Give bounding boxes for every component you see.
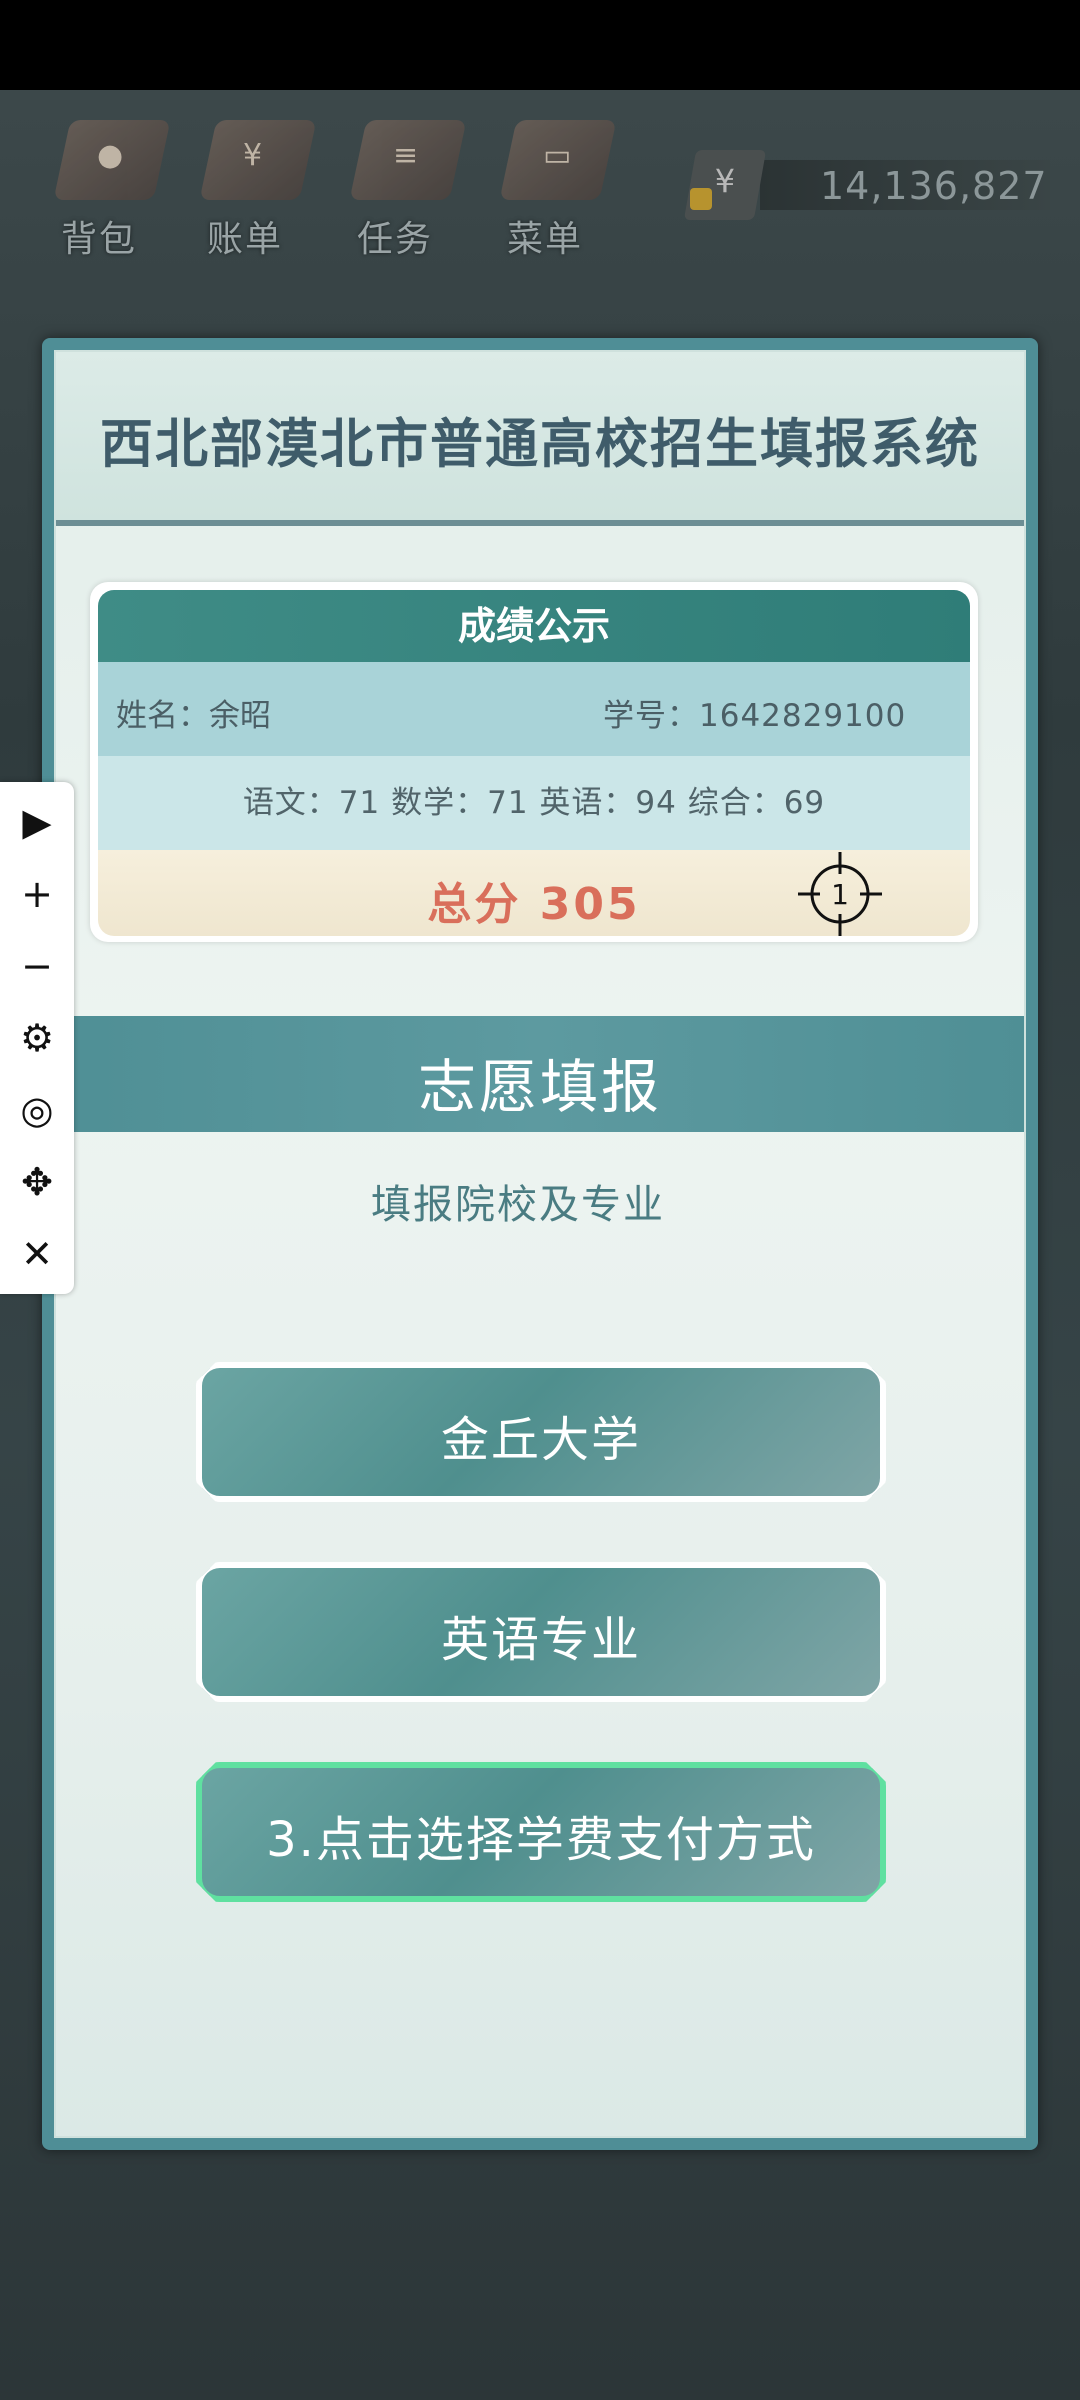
panel-title: 西北部漠北市普通高校招生填报系统 bbox=[100, 414, 980, 475]
backpack-button[interactable]: ● 背包 bbox=[34, 110, 171, 260]
menu-icon: ▭ bbox=[499, 120, 617, 200]
status-bar bbox=[0, 0, 1080, 90]
student-id: 学号：1642829100 bbox=[603, 698, 907, 734]
zoom-in-icon[interactable]: + bbox=[0, 864, 74, 924]
university-choice-button[interactable]: 金丘大学 bbox=[196, 1362, 886, 1502]
panel-body: 西北部漠北市普通高校招生填报系统 成绩公示 姓名：余昭 学号：164282910… bbox=[54, 350, 1026, 2138]
gear-icon[interactable]: ⚙ bbox=[0, 1008, 74, 1068]
major-choice-button[interactable]: 英语专业 bbox=[196, 1562, 886, 1702]
menu-button[interactable]: ▭ 菜单 bbox=[480, 110, 617, 260]
total-row: 总分 305 1 bbox=[98, 850, 970, 936]
floating-toolbar: ▶ + − ⚙ ◎ ✥ ✕ bbox=[0, 782, 74, 1294]
wish-section-header: 志愿填报 bbox=[56, 1016, 1024, 1132]
coin-icon bbox=[690, 188, 712, 210]
menu-label: 菜单 bbox=[506, 219, 583, 260]
university-choice-label: 金丘大学 bbox=[440, 1412, 641, 1468]
money-display: ¥ 14,136,827 bbox=[683, 150, 1050, 220]
crosshair-target-icon[interactable]: 1 bbox=[798, 852, 882, 936]
backpack-label: 背包 bbox=[60, 219, 137, 260]
backpack-icon: ● bbox=[53, 120, 171, 200]
panel-title-bar: 西北部漠北市普通高校招生填报系统 bbox=[56, 352, 1024, 526]
task-label: 任务 bbox=[356, 219, 433, 260]
bill-button[interactable]: ¥ 账单 bbox=[180, 110, 317, 260]
score-card-header: 成绩公示 bbox=[98, 590, 970, 662]
bill-label: 账单 bbox=[206, 219, 283, 260]
major-choice-label: 英语专业 bbox=[440, 1612, 641, 1668]
student-name: 姓名：余昭 bbox=[116, 698, 271, 734]
move-icon[interactable]: ✥ bbox=[0, 1152, 74, 1212]
wish-section-title: 志愿填报 bbox=[417, 1053, 662, 1121]
subject-scores: 语文：71 数学：71 英语：94 综合：69 bbox=[98, 756, 970, 850]
eye-off-icon[interactable]: ◎ bbox=[0, 1080, 74, 1140]
wish-section-subtitle: 填报院校及专业 bbox=[371, 1182, 665, 1228]
zoom-out-icon[interactable]: − bbox=[0, 936, 74, 996]
tuition-payment-button[interactable]: 3.点击选择学费支付方式 bbox=[196, 1762, 886, 1902]
score-card: 成绩公示 姓名：余昭 学号：1642829100 语文：71 数学：71 英语：… bbox=[90, 582, 978, 942]
money-value: 14,136,827 bbox=[820, 164, 1048, 208]
student-info-row: 姓名：余昭 学号：1642829100 bbox=[98, 662, 970, 756]
bill-icon: ¥ bbox=[199, 120, 317, 200]
task-button[interactable]: ≡ 任务 bbox=[330, 110, 467, 260]
close-icon[interactable]: ✕ bbox=[0, 1224, 74, 1284]
play-icon[interactable]: ▶ bbox=[0, 792, 74, 852]
target-number: 1 bbox=[831, 878, 849, 911]
admission-panel: 西北部漠北市普通高校招生填报系统 成绩公示 姓名：余昭 学号：164282910… bbox=[42, 338, 1038, 2150]
tuition-payment-label: 3.点击选择学费支付方式 bbox=[266, 1812, 816, 1868]
task-icon: ≡ bbox=[349, 120, 467, 200]
